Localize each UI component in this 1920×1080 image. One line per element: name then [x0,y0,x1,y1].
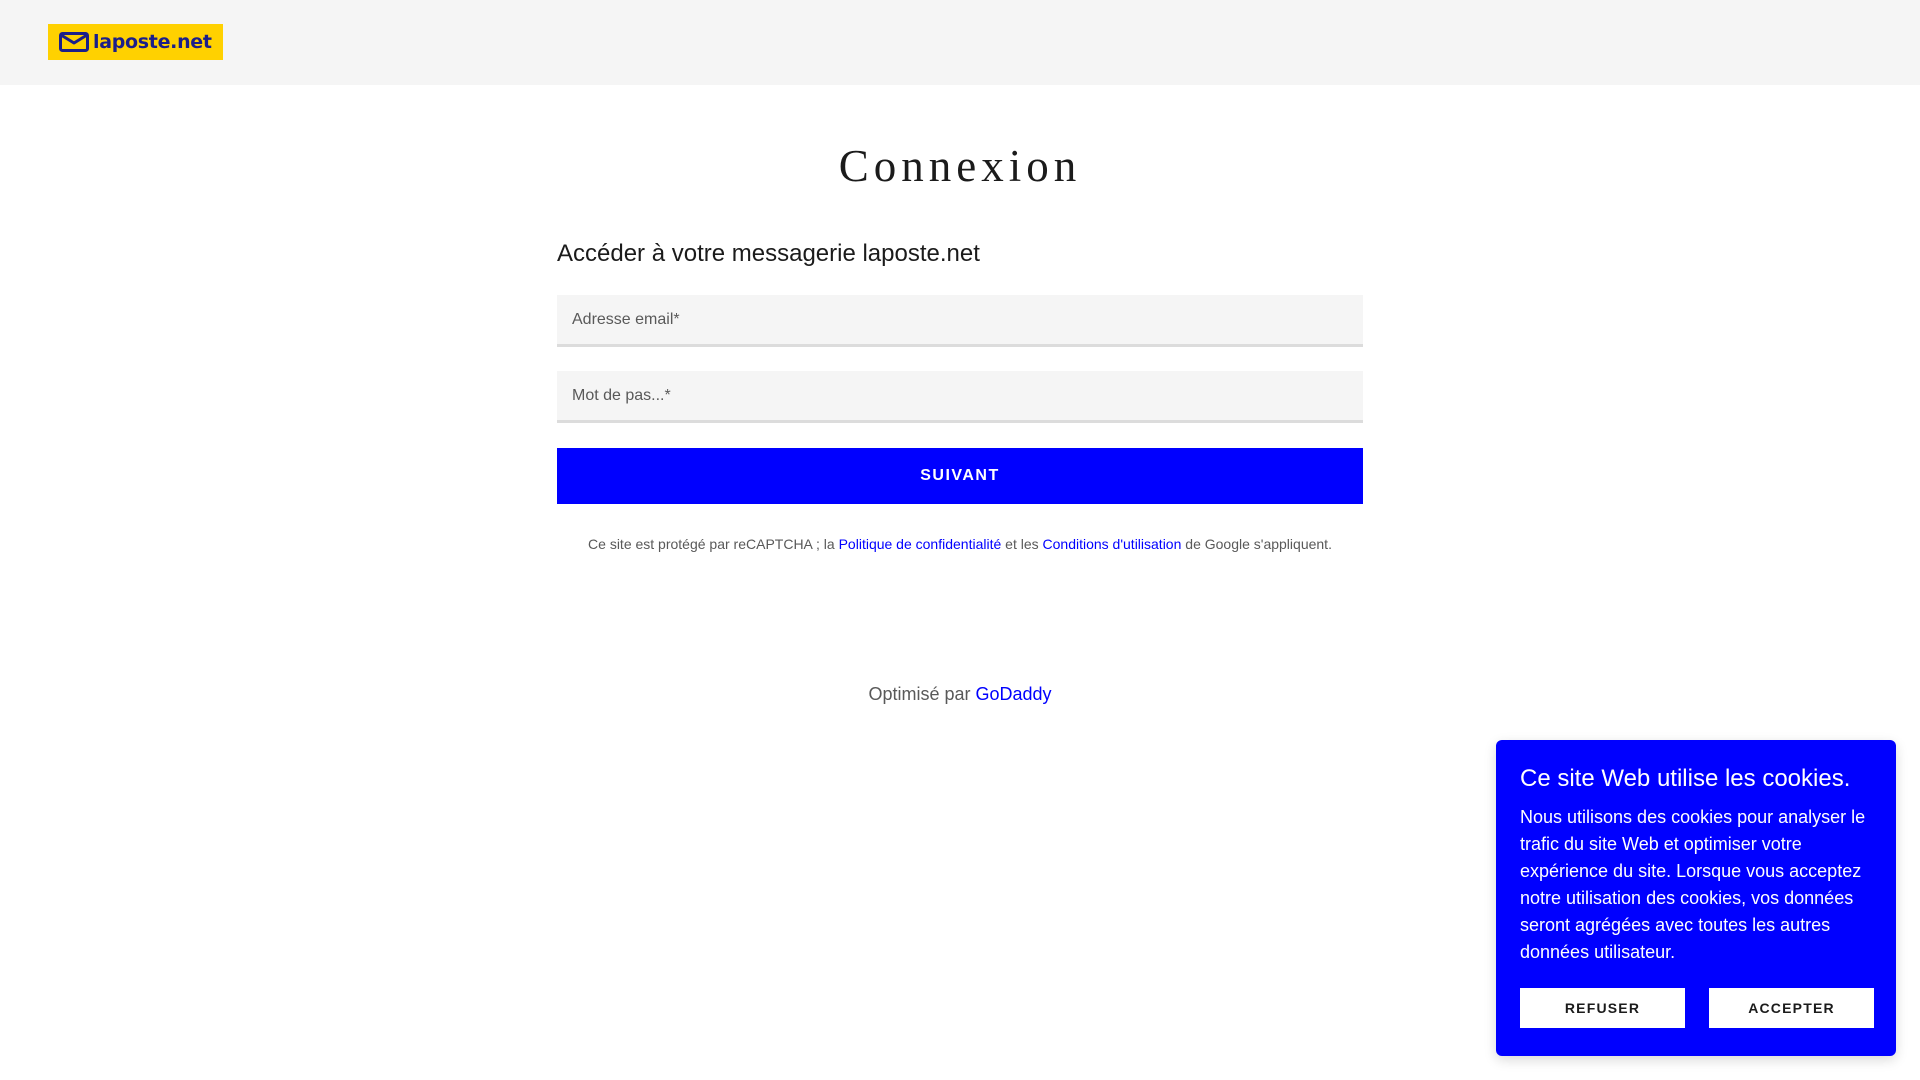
email-placeholder: Adresse email* [572,310,680,328]
accept-label: ACCEPTER [1748,1000,1835,1016]
cookie-banner: Ce site Web utilise les cookies. Nous ut… [1496,740,1896,1056]
recaptcha-prefix: Ce site est protégé par reCAPTCHA ; la [588,536,839,552]
password-field[interactable]: Mot de pas...* [557,371,1363,423]
envelope-icon [59,32,89,52]
recaptcha-suffix: de Google s'appliquent. [1181,536,1332,552]
cookie-title: Ce site Web utilise les cookies. [1520,765,1851,792]
page-title: Connexion [838,141,1082,191]
cookie-actions: REFUSER ACCEPTER [1520,988,1874,1028]
godaddy-link[interactable]: GoDaddy [976,684,1052,704]
accept-cookies-button[interactable]: ACCEPTER [1709,988,1874,1028]
email-field[interactable]: Adresse email* [557,295,1363,347]
powered-prefix: Optimisé par [868,684,976,704]
site-header: laposte.net [0,0,1920,85]
login-form: Accéder à votre messagerie laposte.net A… [557,236,1363,552]
terms-link[interactable]: Conditions d'utilisation [1043,536,1182,552]
recaptcha-notice: Ce site est protégé par reCAPTCHA ; la P… [557,536,1363,552]
laposte-logo[interactable]: laposte.net [48,24,223,60]
recaptcha-middle: et les [1001,536,1043,552]
cookie-body: Nous utilisons des cookies pour analyser… [1520,807,1866,962]
refuse-label: REFUSER [1564,1000,1641,1016]
form-subtitle: Accéder à votre messagerie laposte.net [557,240,980,267]
submit-button[interactable]: SUIVANT [557,448,1363,504]
refuse-cookies-button[interactable]: REFUSER [1520,988,1685,1028]
logo-text: laposte.net [93,31,212,53]
submit-label: SUIVANT [920,467,1000,484]
powered-by: Optimisé par GoDaddy [0,684,1920,705]
privacy-policy-link[interactable]: Politique de confidentialité [839,536,1002,552]
password-placeholder: Mot de pas...* [572,386,671,404]
